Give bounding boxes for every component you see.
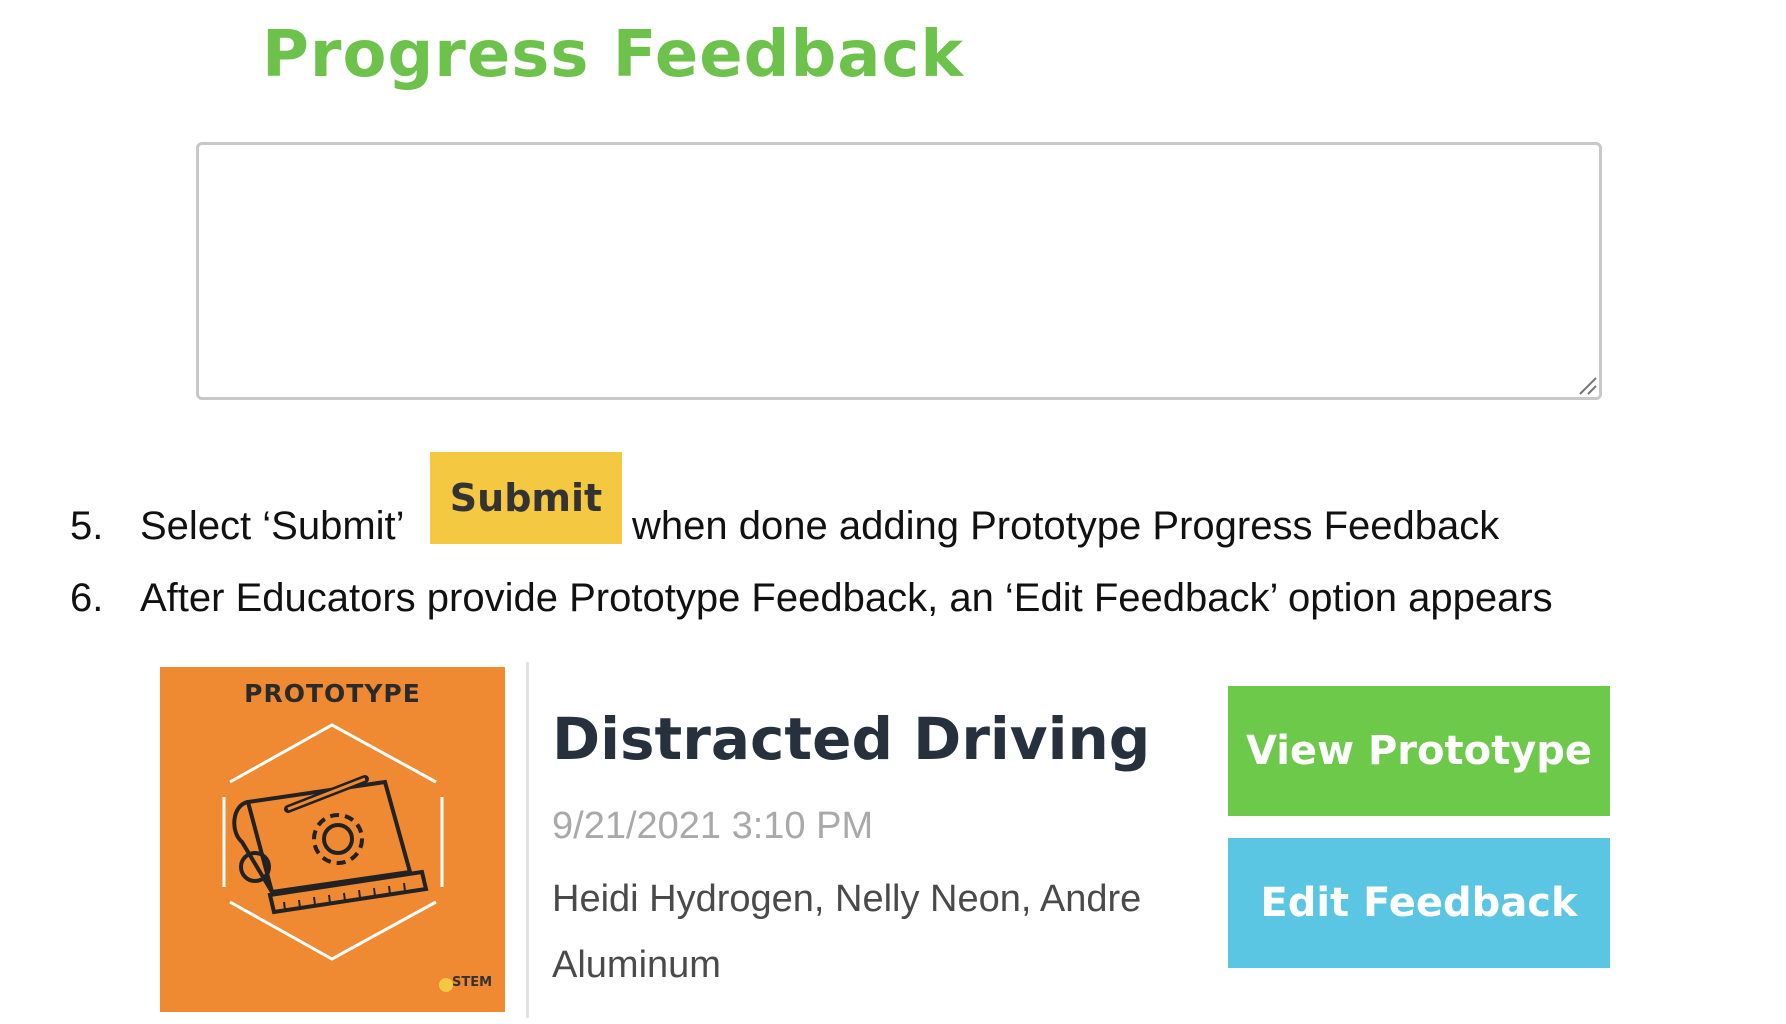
team-members: Heidi Hydrogen, Nelly Neon, Andre Alumin… [552,878,1142,986]
step-5-number: 5. [70,504,104,548]
prototype-thumbnail[interactable]: PROTOTYPE STEM [160,667,505,1012]
progress-feedback-textarea[interactable] [196,142,1602,400]
page-heading: Progress Feedback [262,18,964,92]
submit-button[interactable]: Submit [430,452,622,544]
step-5-text: Select ‘Submit’ [140,504,405,548]
card-divider [526,662,529,1018]
prototype-date: 9/21/2021 3:10 PM [552,805,874,847]
stem-logo: STEM [452,975,493,990]
view-prototype-button[interactable]: View Prototype [1228,686,1610,816]
step-6-number: 6. [70,576,104,620]
step-6-text: After Educators provide Prototype Feedba… [140,576,1553,620]
step-5-text-after: when done adding Prototype Progress Feed… [632,504,1500,548]
edit-feedback-button[interactable]: Edit Feedback [1228,838,1610,968]
blueprint-icon [222,723,453,992]
prototype-title: Distracted Driving [552,705,1151,773]
resize-grip-icon[interactable] [1576,374,1598,396]
